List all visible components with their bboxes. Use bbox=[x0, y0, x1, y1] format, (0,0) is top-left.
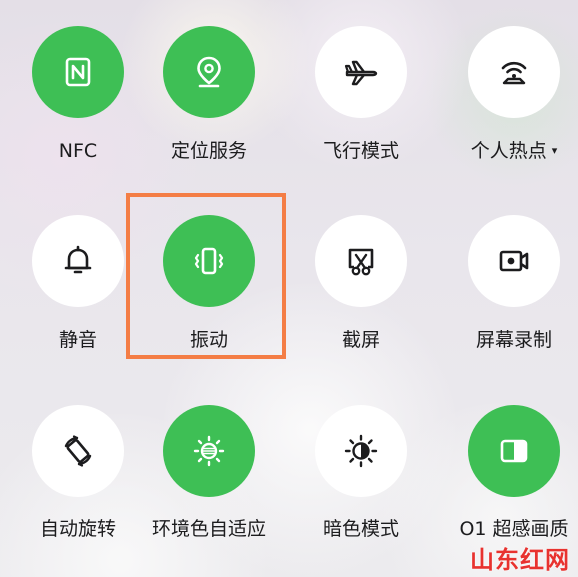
tile-label-dark-mode: 暗色模式 bbox=[322, 518, 399, 540]
tile-ambient-color: 环境色自适应 bbox=[133, 405, 283, 575]
highlight-box bbox=[126, 193, 286, 359]
ambient-color-toggle[interactable] bbox=[163, 405, 255, 497]
nfc-toggle[interactable] bbox=[32, 26, 124, 118]
auto-rotate-icon bbox=[64, 435, 92, 467]
hotspot-toggle[interactable] bbox=[468, 26, 560, 118]
tile-label-nfc: NFC bbox=[58, 140, 98, 162]
tile-screenshot: 截屏 bbox=[285, 215, 435, 385]
ambient-color-icon bbox=[193, 435, 225, 467]
screen-record-toggle[interactable] bbox=[468, 215, 560, 307]
watermark: 山东红网 bbox=[470, 545, 570, 574]
tile-label-hotspot[interactable]: 个人热点 ▾ bbox=[438, 139, 578, 163]
tile-location: 定位服务 bbox=[133, 26, 283, 196]
silent-toggle[interactable] bbox=[32, 215, 124, 307]
nfc-icon bbox=[65, 57, 91, 87]
tile-airplane-mode: 飞行模式 bbox=[285, 26, 435, 196]
tile-label-display-quality: O1 超感画质 bbox=[459, 518, 569, 540]
tile-label-auto-rotate: 自动旋转 bbox=[39, 518, 116, 540]
screen-record-icon bbox=[499, 250, 529, 272]
tile-hotspot: 个人热点 ▾ bbox=[438, 26, 578, 196]
tile-label-location: 定位服务 bbox=[170, 140, 247, 162]
display-quality-toggle[interactable] bbox=[468, 405, 560, 497]
tile-label-ambient-color: 环境色自适应 bbox=[151, 518, 266, 540]
hotspot-label-text: 个人热点 bbox=[470, 140, 547, 162]
airplane-mode-toggle[interactable] bbox=[315, 26, 407, 118]
tile-label-screenshot: 截屏 bbox=[341, 329, 380, 351]
hotspot-dropdown-icon[interactable]: ▾ bbox=[552, 139, 558, 163]
dark-mode-icon bbox=[344, 434, 378, 468]
tile-label-airplane-mode: 飞行模式 bbox=[322, 140, 399, 162]
tile-nfc: NFC bbox=[2, 26, 152, 196]
tile-auto-rotate: 自动旋转 bbox=[2, 405, 152, 575]
display-quality-icon bbox=[500, 439, 528, 463]
auto-rotate-toggle[interactable] bbox=[32, 405, 124, 497]
airplane-icon bbox=[344, 60, 378, 86]
bell-icon bbox=[64, 245, 92, 274]
screenshot-toggle[interactable] bbox=[315, 215, 407, 307]
screenshot-icon bbox=[348, 248, 374, 276]
dark-mode-toggle[interactable] bbox=[315, 405, 407, 497]
tile-screen-record: 屏幕录制 bbox=[438, 215, 578, 385]
location-pin-icon bbox=[197, 56, 221, 88]
tile-dark-mode: 暗色模式 bbox=[285, 405, 435, 575]
location-toggle[interactable] bbox=[163, 26, 255, 118]
tile-label-screen-record: 屏幕录制 bbox=[475, 329, 552, 351]
hotspot-icon bbox=[501, 61, 527, 85]
